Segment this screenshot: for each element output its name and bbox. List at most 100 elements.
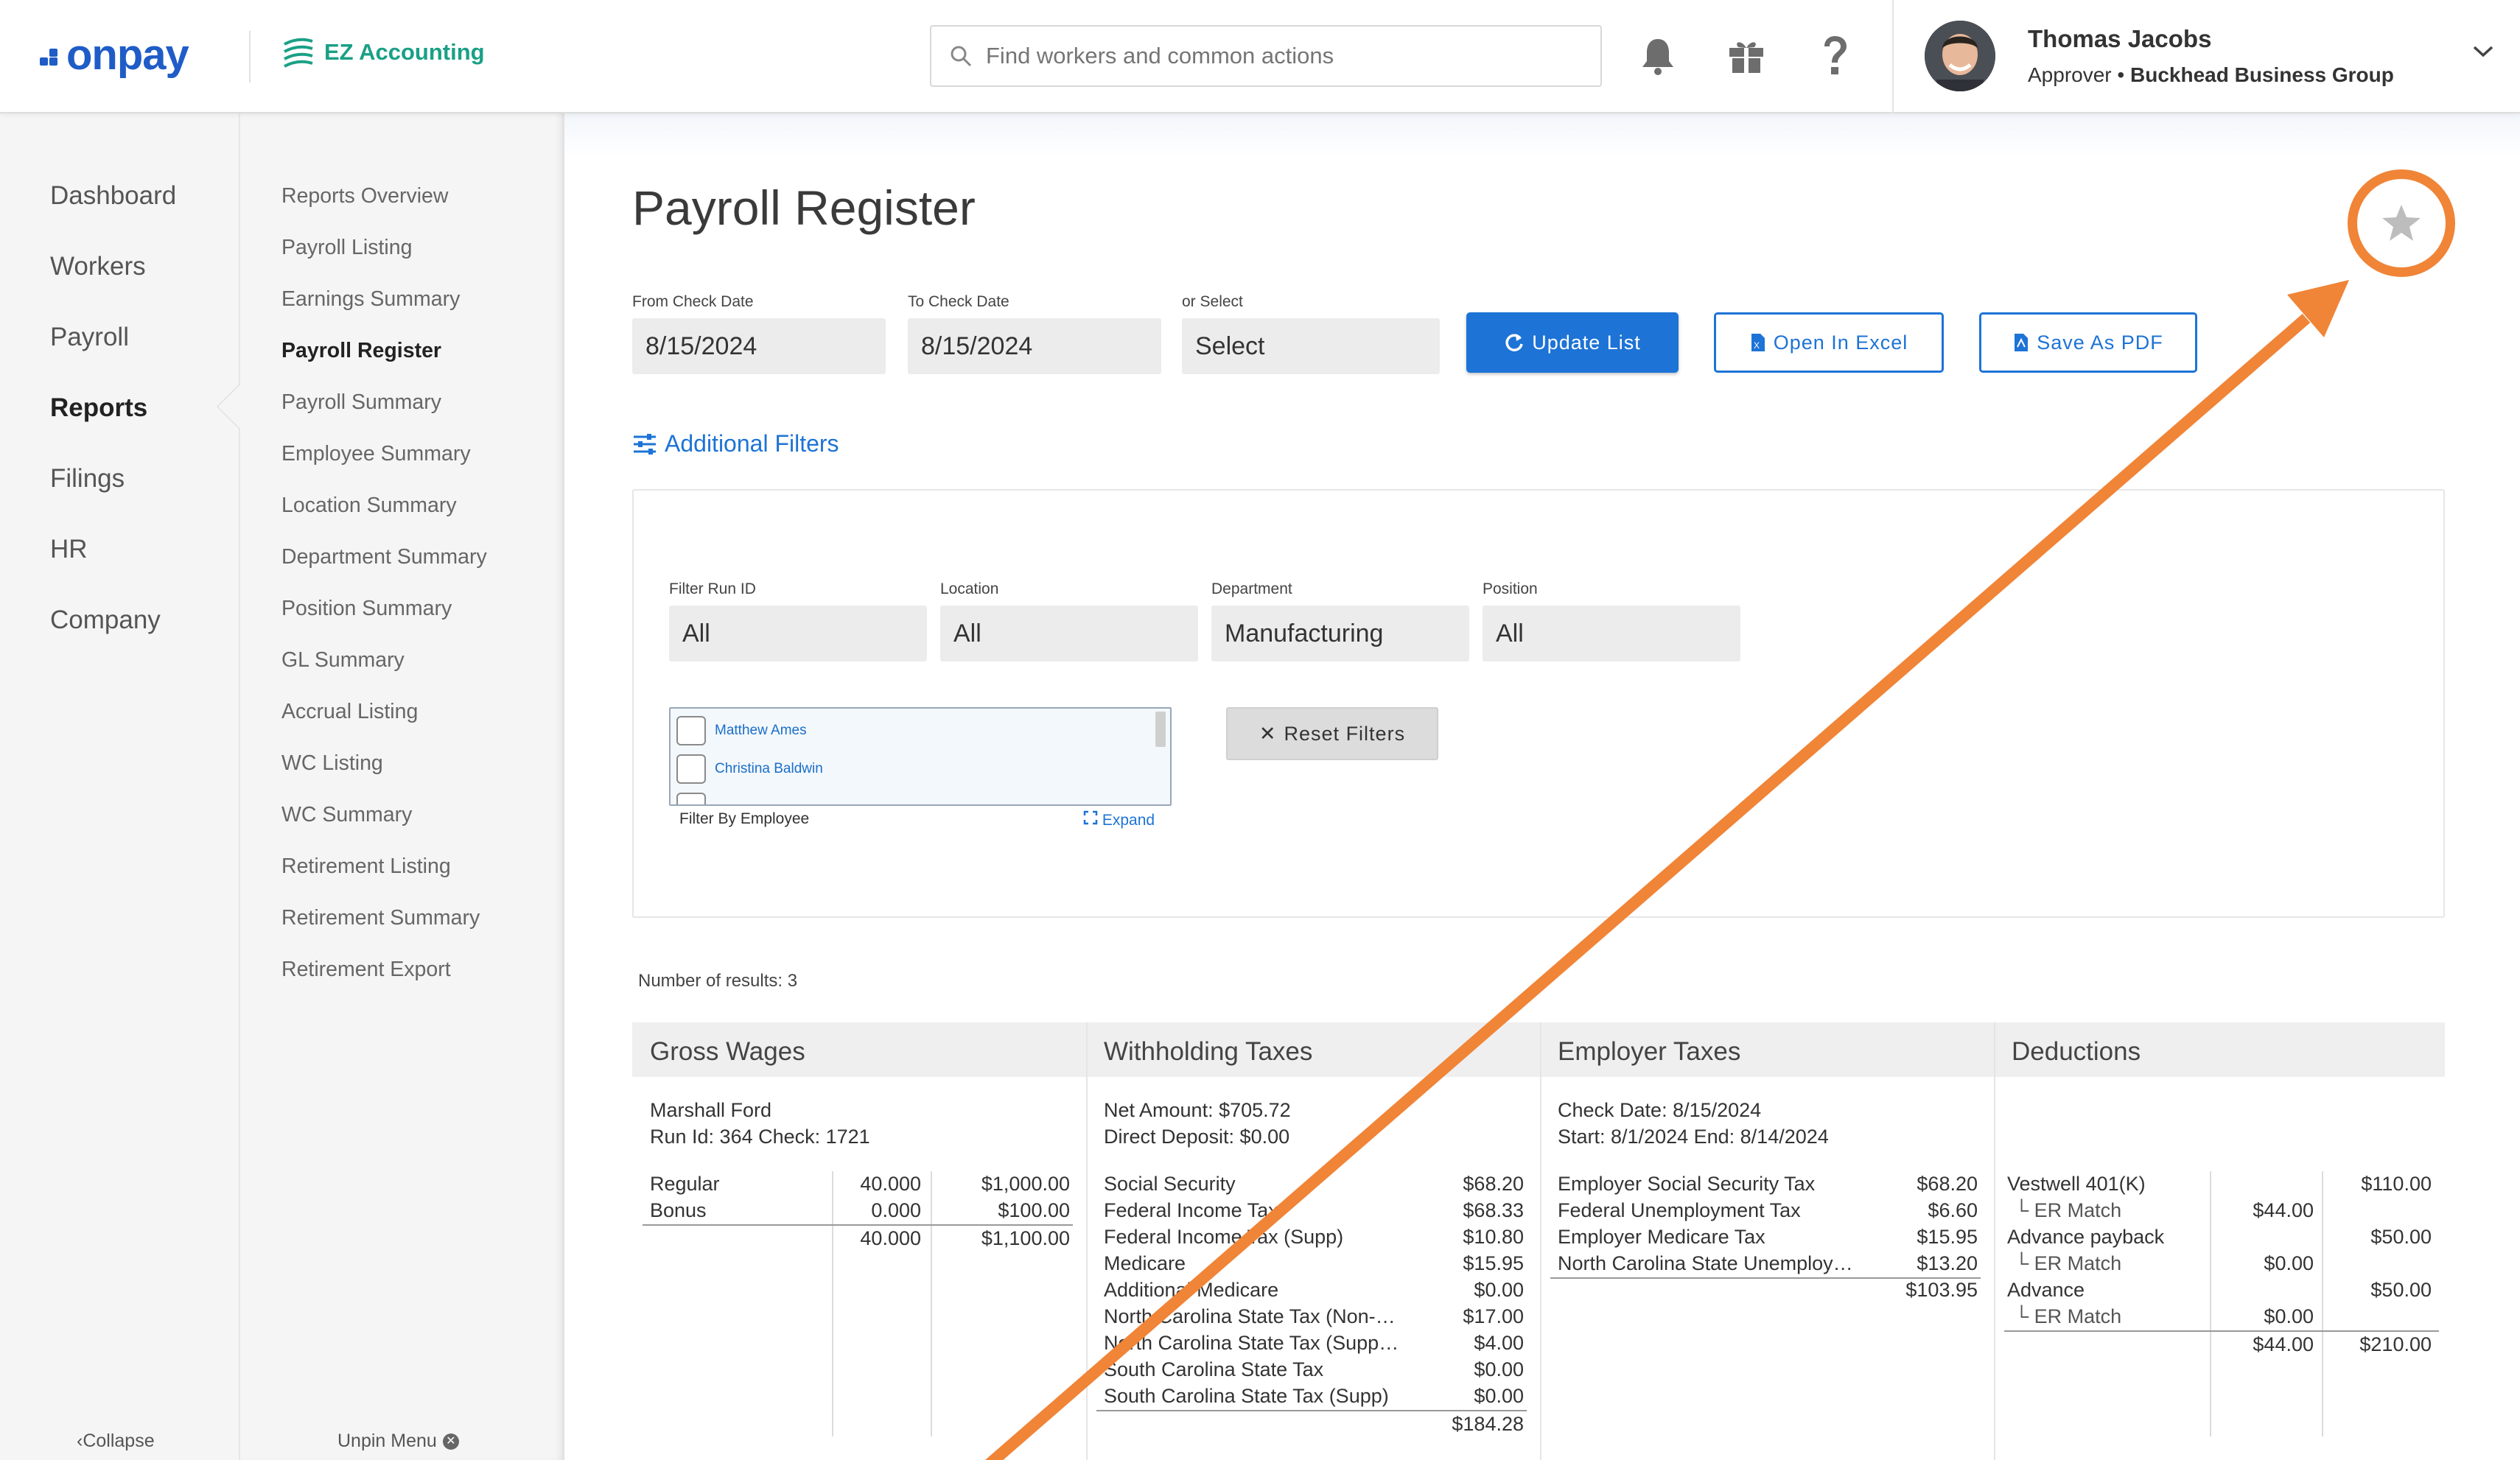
nav-item-hr[interactable]: HR: [50, 535, 88, 564]
column-header-gross-wages: Gross Wages: [650, 1037, 805, 1066]
expand-button[interactable]: Expand: [1083, 810, 1155, 829]
list-item[interactable]: Matthew Ames: [676, 716, 807, 745]
avatar[interactable]: [1925, 21, 1995, 91]
star-icon[interactable]: [2380, 203, 2423, 244]
save-as-pdf-label: Save As PDF: [2037, 331, 2163, 354]
chevron-down-icon[interactable]: [2472, 44, 2494, 63]
nav-item-reports[interactable]: Reports: [50, 393, 147, 423]
withholding-name: North Carolina State Tax (Supp…: [1104, 1332, 1399, 1354]
subnav-retirement-summary[interactable]: Retirement Summary: [281, 906, 480, 930]
employer-tax-name: Employer Social Security Tax: [1558, 1173, 1816, 1195]
subnav-position-summary[interactable]: Position Summary: [281, 597, 452, 621]
wage-name: Bonus: [650, 1199, 707, 1221]
deduction-amount: $50.00: [2370, 1226, 2432, 1248]
refresh-icon: [1505, 334, 1523, 351]
update-list-button[interactable]: Update List: [1466, 312, 1679, 373]
withholding-name: Social Security: [1104, 1173, 1236, 1195]
withholding-amount: $68.20: [1463, 1173, 1524, 1195]
nav-item-payroll[interactable]: Payroll: [50, 323, 129, 352]
subnav-gl-summary[interactable]: GL Summary: [281, 648, 405, 673]
ez-accounting-logo[interactable]: EZ Accounting: [281, 35, 485, 69]
subnav-earnings-summary[interactable]: Earnings Summary: [281, 287, 460, 312]
onpay-logo[interactable]: onpay: [40, 30, 189, 79]
or-select-label: or Select: [1182, 293, 1243, 310]
deduction-name: └ ER Match: [2015, 1305, 2122, 1327]
withholding-name: Additional Medicare: [1104, 1279, 1279, 1301]
notifications-bell-icon[interactable]: [1636, 34, 1680, 78]
column-divider: [1540, 1022, 1541, 1460]
location-select[interactable]: All: [940, 606, 1198, 661]
withholding-name: Federal Income Tax (Supp): [1104, 1226, 1344, 1248]
column-divider: [1086, 1022, 1088, 1460]
withholding-amount: $4.00: [1474, 1332, 1524, 1354]
app-name: EZ Accounting: [324, 39, 485, 65]
employee-filter-list[interactable]: Matthew Ames Christina Baldwin: [669, 707, 1172, 806]
period-select[interactable]: Select: [1182, 318, 1440, 374]
column-header-employer-taxes: Employer Taxes: [1558, 1037, 1741, 1066]
employer-tax-amount: $68.20: [1917, 1173, 1978, 1195]
to-date-field[interactable]: 8/15/2024: [908, 318, 1161, 374]
list-item[interactable]: Christina Baldwin: [676, 754, 823, 784]
deduction-amount: $50.00: [2370, 1279, 2432, 1301]
position-select[interactable]: All: [1483, 606, 1740, 661]
nav-item-filings[interactable]: Filings: [50, 464, 125, 494]
withholding-name: South Carolina State Tax: [1104, 1358, 1324, 1380]
brand-name: onpay: [66, 30, 189, 79]
withholding-name: Medicare: [1104, 1252, 1186, 1274]
open-in-excel-button[interactable]: X Open In Excel: [1714, 312, 1944, 373]
active-section-pointer: [218, 383, 242, 430]
user-name: Thomas Jacobs: [2028, 25, 2212, 52]
collapse-button[interactable]: ‹Collapse: [77, 1431, 155, 1452]
additional-filters-toggle[interactable]: Additional Filters: [632, 430, 839, 457]
employee-checkbox[interactable]: [676, 716, 706, 745]
department-select[interactable]: Manufacturing: [1211, 606, 1469, 661]
subnav-payroll-listing[interactable]: Payroll Listing: [281, 236, 412, 260]
subnav-accrual-listing[interactable]: Accrual Listing: [281, 700, 418, 724]
wages-total-hours: 40.000: [860, 1227, 921, 1249]
subnav-employee-summary[interactable]: Employee Summary: [281, 442, 471, 466]
employee-checkbox[interactable]: [676, 754, 706, 784]
subnav-payroll-summary[interactable]: Payroll Summary: [281, 390, 441, 415]
check-date: Check Date: 8/15/2024: [1558, 1099, 1762, 1121]
withholding-amount: $0.00: [1474, 1385, 1524, 1407]
subnav-retirement-listing[interactable]: Retirement Listing: [281, 854, 451, 879]
from-date-field[interactable]: 8/15/2024: [632, 318, 886, 374]
cell-divider: [832, 1171, 833, 1436]
gift-icon[interactable]: [1724, 34, 1768, 78]
filter-run-select[interactable]: All: [669, 606, 927, 661]
withholding-name: South Carolina State Tax (Supp): [1104, 1385, 1389, 1407]
subnav-location-summary[interactable]: Location Summary: [281, 494, 457, 518]
wage-hours: 40.000: [860, 1173, 921, 1195]
from-date-label: From Check Date: [632, 293, 754, 310]
employee-checkbox[interactable]: [676, 793, 706, 804]
subnav-wc-summary[interactable]: WC Summary: [281, 803, 412, 827]
subnav-retirement-export[interactable]: Retirement Export: [281, 958, 451, 982]
cell-divider: [2210, 1171, 2211, 1436]
reset-filters-button[interactable]: ✕ Reset Filters: [1226, 707, 1438, 760]
help-icon[interactable]: [1813, 34, 1857, 78]
save-as-pdf-button[interactable]: Save As PDF: [1979, 312, 2197, 373]
employee-list-scrollbar[interactable]: [1155, 712, 1166, 747]
close-icon: ✕: [1259, 722, 1277, 745]
nav-item-dashboard[interactable]: Dashboard: [50, 181, 176, 211]
subnav-payroll-register[interactable]: Payroll Register: [281, 339, 441, 363]
nav-item-company[interactable]: Company: [50, 606, 161, 635]
subnav-department-summary[interactable]: Department Summary: [281, 545, 487, 569]
sliders-icon: [634, 433, 656, 455]
expand-label: Expand: [1102, 812, 1155, 829]
subnav-reports-overview[interactable]: Reports Overview: [281, 184, 448, 208]
employer-tax-name: Employer Medicare Tax: [1558, 1226, 1765, 1248]
column-header-withholding-taxes: Withholding Taxes: [1104, 1037, 1313, 1066]
unpin-menu-button[interactable]: Unpin Menu ✕: [337, 1431, 459, 1452]
nav-item-workers[interactable]: Workers: [50, 252, 146, 281]
employee-name[interactable]: Marshall Ford: [650, 1099, 771, 1122]
user-company: Buckhead Business Group: [2130, 63, 2394, 86]
wage-hours: 0.000: [871, 1199, 921, 1221]
total-rule: [643, 1224, 1073, 1226]
reset-filters-label: Reset Filters: [1284, 722, 1406, 745]
employer-tax-name: North Carolina State Unemploy…: [1558, 1252, 1852, 1274]
deduction-name: └ ER Match: [2015, 1252, 2122, 1274]
subnav-wc-listing[interactable]: WC Listing: [281, 751, 383, 776]
search-input[interactable]: Find workers and common actions: [930, 25, 1602, 87]
collapse-label: Collapse: [83, 1431, 155, 1451]
